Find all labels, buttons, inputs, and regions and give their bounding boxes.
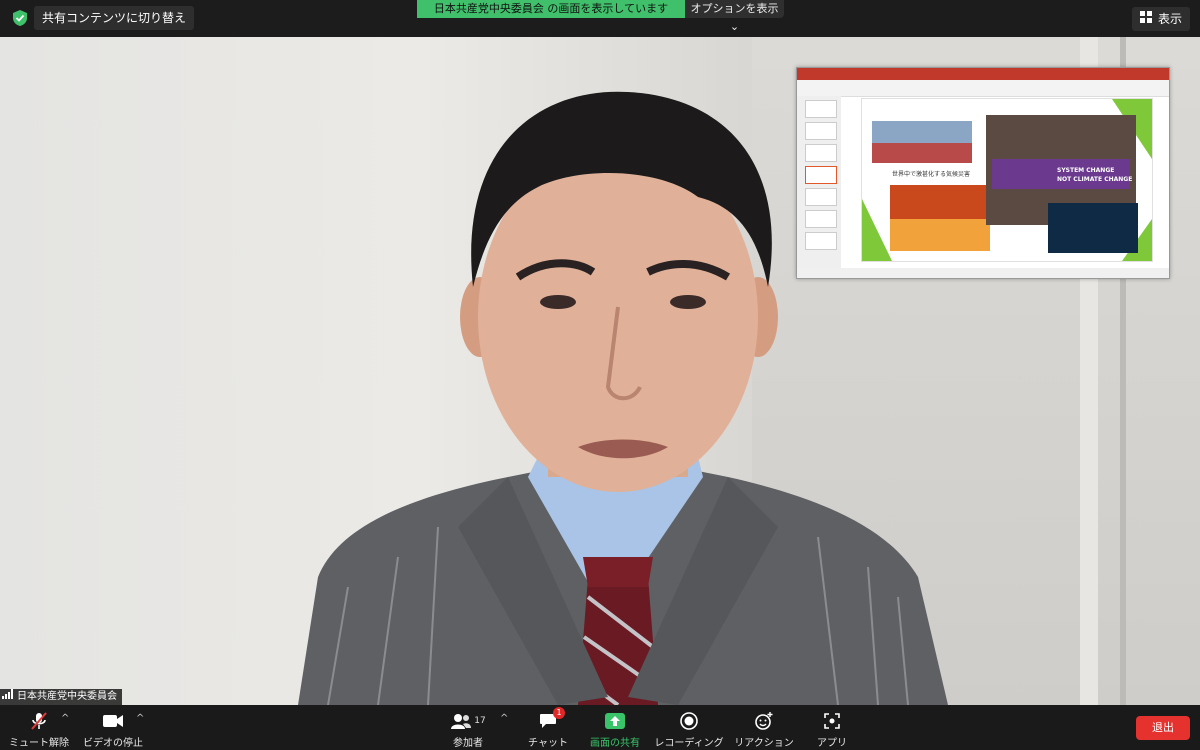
- chat-button[interactable]: 1 チャット: [524, 705, 572, 750]
- participants-caret-icon[interactable]: ^: [500, 713, 508, 724]
- slide-banner-line1: SYSTEM CHANGE: [1057, 167, 1114, 174]
- participant-name: 日本共産党中央委員会: [17, 691, 117, 702]
- ppt-current-slide: SYSTEM CHANGE NOT CLIMATE CHANGE 世界中で激甚化…: [861, 98, 1153, 262]
- reactions-button[interactable]: リアクション: [734, 705, 794, 750]
- slide-banner-line2: NOT CLIMATE CHANGE: [1057, 176, 1132, 183]
- ppt-title-bar: [797, 68, 1169, 80]
- leave-meeting-button[interactable]: 退出: [1136, 716, 1190, 740]
- security-shield-icon[interactable]: [8, 6, 32, 30]
- share-screen-button[interactable]: 画面の共有: [586, 705, 644, 750]
- apps-label: アプリ: [817, 738, 847, 749]
- ppt-slide-list: [797, 96, 841, 268]
- record-label: レコーディング: [654, 738, 724, 749]
- stop-video-label: ビデオの停止: [83, 738, 143, 749]
- ppt-ribbon: [797, 80, 1169, 97]
- chat-label: チャット: [528, 738, 568, 749]
- stop-video-button[interactable]: ビデオの停止: [82, 705, 144, 750]
- meeting-toolbar: ミュート解除 ^ ビデオの停止 ^ 17 参加者 ^ 1 チャット 画面の共有 …: [0, 705, 1200, 750]
- top-bar: 共有コンテンツに切り替え 日本共産党中央委員会 の画面を表示しています オプショ…: [0, 0, 1200, 37]
- smiley-add-icon: [754, 711, 774, 731]
- record-icon: [680, 711, 698, 731]
- share-screen-icon: [604, 711, 626, 731]
- view-button[interactable]: 表示: [1131, 7, 1190, 31]
- participants-label: 参加者: [453, 738, 483, 749]
- slide-mini: [805, 144, 837, 162]
- slide-mini: [805, 232, 837, 250]
- ppt-status-bar: [797, 268, 1169, 278]
- chat-unread-badge: 1: [553, 707, 565, 719]
- record-button[interactable]: レコーディング: [654, 705, 724, 750]
- shared-slide-thumbnail: SYSTEM CHANGE NOT CLIMATE CHANGE 世界中で激甚化…: [796, 67, 1170, 279]
- video-camera-icon: [102, 711, 124, 731]
- chat-bubble-icon: 1: [539, 707, 565, 731]
- sharing-banner: 日本共産党中央委員会 の画面を表示しています: [417, 0, 685, 18]
- slide-mini: [805, 122, 837, 140]
- participants-button[interactable]: 17 参加者: [446, 705, 490, 750]
- audio-options-caret-icon[interactable]: ^: [61, 713, 69, 724]
- participants-icon: 17: [450, 711, 486, 731]
- slide-caption: 世界中で激甚化する気候災害: [892, 171, 971, 178]
- reactions-label: リアクション: [734, 738, 794, 749]
- apps-button[interactable]: アプリ: [814, 705, 850, 750]
- unmute-label: ミュート解除: [9, 738, 69, 749]
- chevron-down-icon: ⌄: [729, 20, 740, 33]
- switch-to-shared-content-button[interactable]: 共有コンテンツに切り替え: [34, 6, 195, 30]
- view-label: 表示: [1157, 12, 1182, 26]
- share-screen-label: 画面の共有: [590, 738, 640, 749]
- slide-mini: [805, 188, 837, 206]
- view-options-button[interactable]: オプションを表示 ⌄: [685, 0, 784, 33]
- participants-count: 17: [474, 716, 486, 726]
- slide-mini-active: [805, 166, 837, 184]
- muted-microphone-icon: [29, 711, 49, 731]
- signal-strength-icon: [2, 689, 14, 705]
- view-options-label: オプションを表示: [690, 2, 779, 15]
- slide-mini: [805, 100, 837, 118]
- unmute-button[interactable]: ミュート解除: [8, 705, 70, 750]
- slide-artwork: SYSTEM CHANGE NOT CLIMATE CHANGE: [862, 99, 1152, 261]
- video-options-caret-icon[interactable]: ^: [136, 713, 144, 724]
- main-video: SYSTEM CHANGE NOT CLIMATE CHANGE 世界中で激甚化…: [0, 37, 1200, 705]
- participant-name-tag: 日本共産党中央委員会: [0, 689, 122, 705]
- apps-icon: [823, 711, 841, 731]
- grid-view-icon: [1139, 7, 1152, 31]
- slide-mini: [805, 210, 837, 228]
